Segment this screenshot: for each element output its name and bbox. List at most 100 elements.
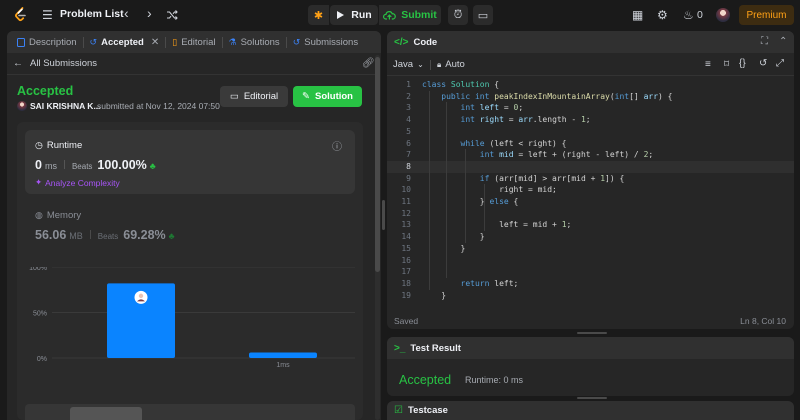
- runtime-box[interactable]: ◷ Runtime ⓘ 0 ms Beats 100.00% ♣ ✦ Analy…: [25, 130, 355, 194]
- submit-button[interactable]: Submit: [379, 5, 441, 25]
- collapse-icon[interactable]: ⌃: [779, 36, 787, 47]
- language-select[interactable]: Java ⌄: [393, 59, 424, 70]
- braces-icon[interactable]: {}: [739, 58, 746, 69]
- code-line[interactable]: 9 if (arr[mid] > arr[mid + 1]) {: [387, 173, 794, 185]
- code-line[interactable]: 2 public int peakIndexInMountainArray(in…: [387, 91, 794, 103]
- leetcode-logo-icon[interactable]: [14, 7, 28, 23]
- all-submissions-link[interactable]: ← All Submissions: [13, 58, 97, 69]
- x-tick-label: 1ms: [276, 362, 290, 369]
- memory-beats: 69.28%: [123, 228, 166, 242]
- memory-title-row: ◍ Memory: [35, 210, 82, 221]
- maximize-icon[interactable]: ⛶: [761, 36, 768, 47]
- tab-description[interactable]: Description: [11, 31, 83, 53]
- analyze-complexity-link[interactable]: ✦ Analyze Complexity: [35, 177, 120, 188]
- link-icon[interactable]: 🔗︎: [362, 58, 375, 69]
- code-token: }: [422, 232, 485, 242]
- code-line[interactable]: 5: [387, 126, 794, 138]
- line-code: while (left < right) {: [422, 138, 567, 150]
- code-token: =: [499, 103, 514, 113]
- tab-solutions[interactable]: ⚗ Solutions: [223, 31, 286, 53]
- code-line[interactable]: 14 }: [387, 231, 794, 243]
- chevron-left-icon[interactable]: ‹: [124, 6, 129, 20]
- code-line[interactable]: 18 return left;: [387, 278, 794, 290]
- tab-submissions[interactable]: ↺ Submissions: [287, 31, 364, 53]
- code-line[interactable]: 7 int mid = left + (right - left) / 2;: [387, 149, 794, 161]
- tab-accepted[interactable]: ↺ Accepted ✕: [84, 31, 166, 53]
- editorial-button[interactable]: ▭ Editorial: [220, 86, 288, 107]
- gear-icon[interactable]: ⚙: [657, 8, 668, 22]
- runtime-unit: ms: [44, 161, 57, 171]
- timer-button[interactable]: ⏰︎: [448, 5, 468, 25]
- tab-editorial[interactable]: ▯ Editorial: [166, 31, 221, 53]
- layout-grid-icon[interactable]: ▦: [632, 8, 643, 22]
- info-icon[interactable]: ⓘ: [332, 138, 342, 153]
- bookmark-icon[interactable]: ⌑: [724, 59, 729, 70]
- format-icon[interactable]: ≡: [705, 59, 711, 70]
- submit-label: Submit: [401, 9, 437, 21]
- code-token: = left + (right - left) /: [513, 150, 644, 160]
- memory-section[interactable]: ◍ Memory 56.06 MB Beats 69.28% ♣: [25, 210, 355, 250]
- expand-icon[interactable]: ⤢: [776, 58, 784, 69]
- code-line[interactable]: 16: [387, 255, 794, 267]
- code-line[interactable]: 17: [387, 266, 794, 278]
- code-line[interactable]: 12: [387, 208, 794, 220]
- code-line[interactable]: 13 left = mid + 1;: [387, 219, 794, 231]
- run-button[interactable]: Run: [330, 5, 378, 25]
- line-number: 17: [401, 267, 411, 277]
- code-line[interactable]: 11 } else {: [387, 196, 794, 208]
- cloud-upload-icon: [383, 11, 397, 20]
- sparkle-icon: ✦: [35, 177, 43, 187]
- code-line[interactable]: 15 }: [387, 243, 794, 255]
- code-line[interactable]: 19 }: [387, 290, 794, 302]
- code-line[interactable]: 10 right = mid;: [387, 184, 794, 196]
- line-code: int left = 0;: [422, 102, 524, 114]
- left-scrollbar-thumb[interactable]: [375, 57, 380, 272]
- code-preview[interactable]: [25, 404, 355, 420]
- code-token: int: [614, 91, 630, 101]
- auto-format-toggle[interactable]: 🔒︎ Auto: [437, 59, 465, 70]
- run-label: Run: [351, 9, 372, 21]
- code-token: if: [479, 173, 495, 183]
- code-token: else: [489, 197, 514, 206]
- problem-list-link[interactable]: Problem List: [60, 8, 124, 20]
- code-token: ;: [566, 220, 572, 230]
- edit-icon: ✎: [302, 91, 310, 102]
- horizontal-resize-handle[interactable]: [577, 397, 607, 399]
- code-line[interactable]: 8: [387, 160, 794, 173]
- user-avatar[interactable]: [716, 8, 730, 22]
- premium-button[interactable]: Premium: [739, 5, 794, 25]
- runtime-distribution-chart[interactable]: 100% 50% 0% 1ms: [17, 267, 363, 402]
- code-token: {: [489, 80, 500, 89]
- book-icon: ▯: [172, 36, 178, 47]
- solution-button[interactable]: ✎ Solution: [293, 86, 362, 107]
- close-icon[interactable]: ✕: [151, 37, 159, 48]
- horizontal-resize-handle[interactable]: [577, 332, 607, 334]
- code-line[interactable]: 4 int right = arr.length - 1;: [387, 114, 794, 126]
- testcase-header[interactable]: ☑ Testcase: [387, 401, 794, 420]
- book-open-icon: ▭: [229, 91, 239, 102]
- notes-button[interactable]: ▭: [473, 5, 493, 25]
- streak-count: 0: [697, 9, 703, 21]
- testcase-panel: ☑ Testcase: [387, 401, 794, 420]
- chevron-right-icon[interactable]: ›: [147, 6, 152, 20]
- memory-value-row: 56.06 MB Beats 69.28% ♣: [35, 228, 175, 242]
- code-line[interactable]: 6 while (left < right) {: [387, 138, 794, 150]
- debug-button[interactable]: ✱: [308, 5, 329, 25]
- line-number: 12: [401, 208, 411, 218]
- beats-badge-icon: ♣: [149, 161, 156, 171]
- line-code: return left;: [422, 278, 519, 290]
- streak-fire-icon[interactable]: ♨: [683, 8, 694, 22]
- code-token: arr: [518, 115, 533, 125]
- distribution-bar[interactable]: [249, 352, 317, 358]
- code-line[interactable]: 3 int left = 0;: [387, 102, 794, 114]
- code-editor[interactable]: 1 class Solution {2 public int peakIndexI…: [387, 79, 794, 301]
- list-icon[interactable]: ☰: [42, 8, 53, 22]
- reset-icon[interactable]: ↺: [759, 58, 767, 69]
- code-line[interactable]: 1 class Solution {: [387, 79, 794, 91]
- line-number: 3: [406, 103, 411, 113]
- vertical-resize-handle[interactable]: [382, 200, 385, 230]
- submitter-name[interactable]: SAI KRISHNA K...: [30, 101, 101, 111]
- line-code: if (arr[mid] > arr[mid + 1]) {: [422, 173, 625, 185]
- shuffle-icon[interactable]: [166, 9, 178, 21]
- code-token: int: [460, 115, 480, 125]
